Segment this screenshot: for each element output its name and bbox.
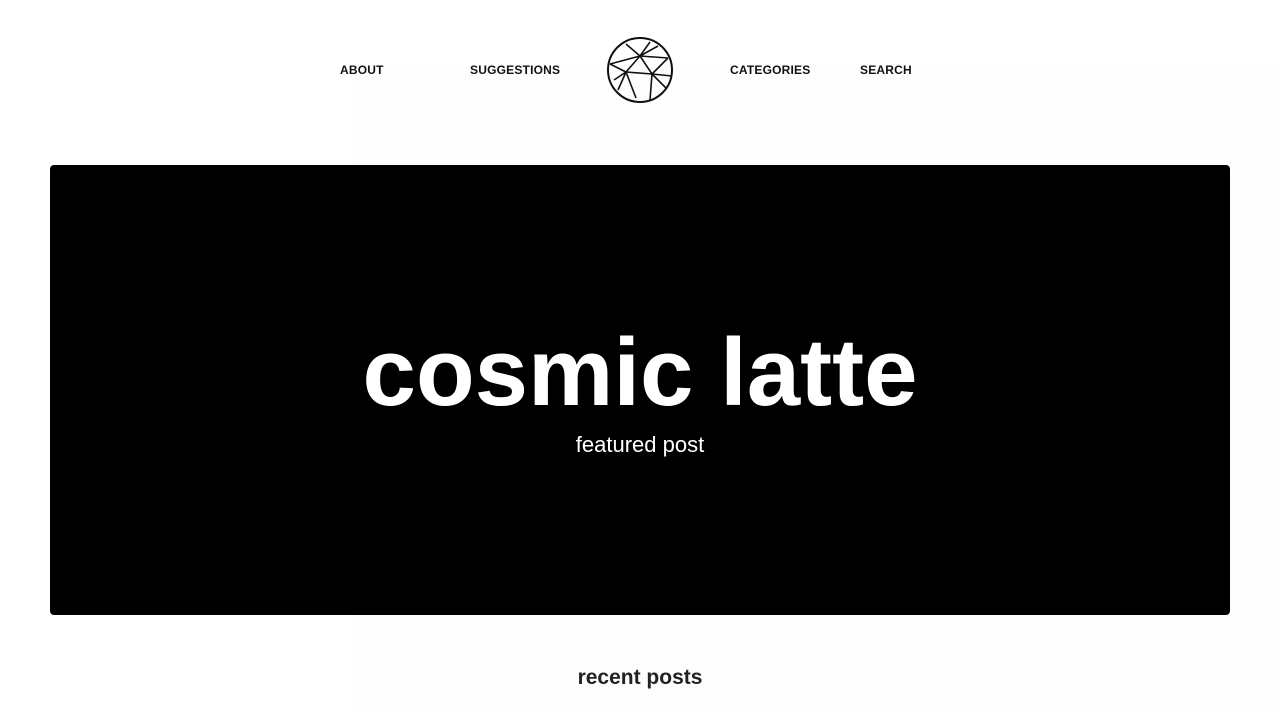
nav-link-suggestions[interactable]: SUGGESTIONS — [470, 62, 560, 78]
site-logo[interactable] — [606, 36, 674, 104]
nav-link-categories[interactable]: CATEGORIES — [730, 62, 810, 78]
featured-post-label: featured post — [575, 432, 705, 457]
featured-post-title[interactable]: cosmic latte — [50, 318, 1230, 428]
geometric-circle-logo-icon — [607, 37, 673, 103]
recent-posts-heading: recent posts — [577, 666, 703, 689]
nav-link-about[interactable]: ABOUT — [340, 62, 384, 78]
nav-link-search[interactable]: SEARCH — [860, 62, 912, 78]
top-navigation: ABOUT SUGGESTIONS CATEGORIES SEARCH — [0, 0, 1280, 140]
